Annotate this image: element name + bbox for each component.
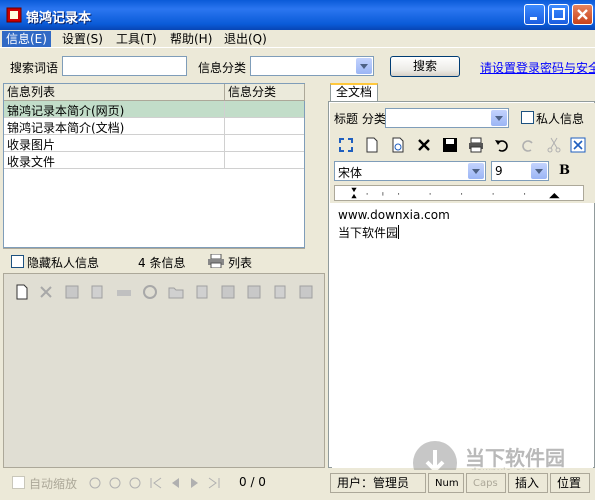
menu-exit[interactable]: 退出(Q) (220, 31, 271, 47)
list-item-title: 收录文件 (7, 155, 56, 169)
set-password-link[interactable]: 请设置登录密码与安全 (480, 59, 595, 76)
editor-toolbar (334, 135, 589, 155)
app-icon (6, 7, 22, 23)
title-category-select[interactable] (385, 108, 509, 128)
font-family-value: 宋体 (338, 166, 363, 180)
new-document-icon[interactable] (14, 284, 30, 300)
status-numlock: Num (428, 473, 464, 493)
preview-toolbar (4, 276, 324, 306)
undo-icon[interactable] (494, 137, 510, 153)
print-icon[interactable] (116, 284, 132, 300)
status-insert-mode: 插入 (508, 473, 548, 493)
search-button[interactable]: 搜索 (390, 56, 460, 77)
chevron-down-icon[interactable] (468, 163, 484, 179)
menu-help[interactable]: 帮助(H) (166, 31, 216, 47)
bold-button[interactable]: B (559, 163, 570, 178)
list-status-bar: 隐藏私人信息 4 条信息 列表 (3, 248, 305, 272)
column-header-list[interactable]: 信息列表 (4, 84, 225, 101)
open-folder-icon[interactable] (168, 284, 184, 300)
clipboard-icon[interactable] (272, 284, 288, 300)
info-list: 信息列表 信息分类 锦鸿记录本简介(网页) 锦鸿记录本简介(文档) 收录图片 收… (3, 83, 305, 248)
font-size-select[interactable]: 9 (491, 161, 549, 181)
chevron-down-icon[interactable] (356, 58, 372, 74)
redo-icon[interactable] (520, 137, 536, 153)
save-icon[interactable] (64, 284, 80, 300)
auto-zoom-label: 自动缩放 (29, 477, 78, 491)
chevron-down-icon[interactable] (531, 163, 547, 179)
export-icon[interactable] (220, 284, 236, 300)
import-icon[interactable] (246, 284, 262, 300)
text-caret (398, 225, 399, 239)
status-capslock: Caps (466, 473, 506, 493)
menu-info[interactable]: 信息(E) (2, 31, 51, 47)
list-item[interactable]: 锦鸿记录本简介(网页) (4, 101, 304, 118)
copy-icon[interactable] (90, 284, 106, 300)
delete-icon[interactable] (38, 284, 54, 300)
status-user: 用户：管理员 (330, 473, 426, 493)
auto-zoom-checkbox[interactable] (12, 476, 25, 489)
stop-icon[interactable] (142, 284, 158, 300)
menu-bar: 信息(E) 设置(S) 工具(T) 帮助(H) 退出(Q) (0, 30, 595, 48)
search-input[interactable] (62, 56, 187, 76)
menu-tools[interactable]: 工具(T) (112, 31, 161, 47)
list-view-button[interactable]: 列表 (228, 254, 252, 271)
private-info-label: 私人信息 (536, 112, 585, 126)
search-label: 搜索词语 (10, 61, 59, 75)
attach-icon[interactable] (298, 284, 314, 300)
list-item[interactable]: 收录文件 (4, 152, 304, 169)
printer-icon[interactable] (208, 254, 224, 268)
font-family-select[interactable]: 宋体 (334, 161, 486, 181)
maximize-button[interactable] (548, 4, 569, 25)
list-item-title: 锦鸿记录本简介(文档) (7, 121, 125, 135)
list-item[interactable]: 收录图片 (4, 135, 304, 152)
refresh-document-icon[interactable] (390, 137, 406, 153)
print-icon[interactable] (468, 137, 484, 153)
minimize-button[interactable] (524, 4, 545, 25)
ruler (334, 185, 584, 201)
list-item[interactable]: 锦鸿记录本简介(文档) (4, 118, 304, 135)
delete-icon[interactable] (416, 137, 432, 153)
item-count: 4 条信息 (138, 256, 186, 270)
fullscreen-icon[interactable] (338, 137, 354, 153)
paste-icon[interactable] (194, 284, 210, 300)
menu-settings[interactable]: 设置(S) (58, 31, 107, 47)
editor-area[interactable] (332, 205, 593, 468)
new-document-icon[interactable] (364, 137, 380, 153)
font-size-value: 9 (495, 164, 503, 178)
list-item-title: 收录图片 (7, 138, 56, 152)
status-position: 位置 (550, 473, 590, 493)
category-select[interactable] (250, 56, 374, 76)
editor-text-line: 当下软件园 (338, 226, 399, 240)
save-icon[interactable] (442, 137, 458, 153)
page-counter: 0 / 0 (239, 475, 266, 489)
editor-status-bar: 用户：管理员 Num Caps 插入 位置 (328, 470, 595, 496)
chevron-down-icon[interactable] (491, 110, 507, 126)
window-title: 锦鸿记录本 (26, 11, 92, 26)
title-category-label: 标题 分类 (334, 112, 386, 126)
cut-icon[interactable] (546, 137, 562, 153)
hide-private-label: 隐藏私人信息 (27, 256, 100, 270)
category-label: 信息分类 (198, 61, 247, 75)
hide-private-checkbox[interactable] (11, 255, 24, 268)
close-document-icon[interactable] (570, 137, 586, 153)
preview-status-bar: 自动缩放 0 / 0 (3, 470, 325, 496)
navigation-icons (89, 477, 220, 489)
tab-full-document[interactable]: 全文档 (330, 83, 378, 101)
editor-text-line: www.downxia.com (338, 208, 450, 222)
column-header-category[interactable]: 信息分类 (225, 84, 305, 101)
list-item-title: 锦鸿记录本简介(网页) (7, 104, 125, 118)
private-info-checkbox[interactable] (521, 111, 534, 124)
close-button[interactable] (572, 4, 593, 25)
